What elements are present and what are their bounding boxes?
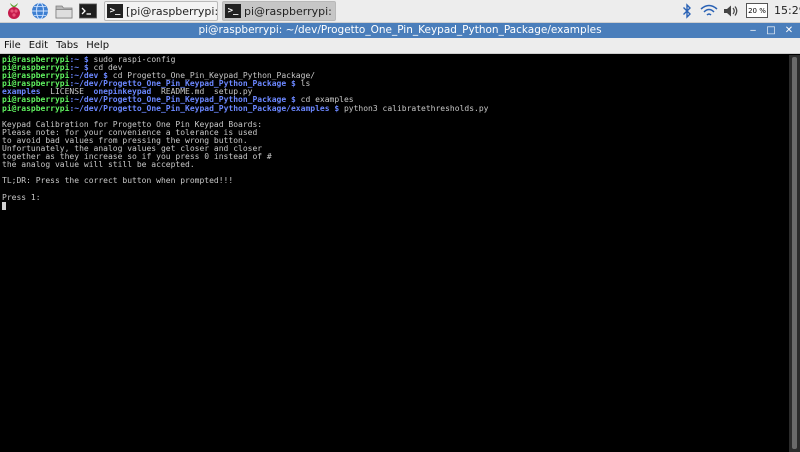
cpu-usage-monitor[interactable]: 20 % [746,3,768,18]
command-text: python3 calibratethresholds.py [339,103,489,113]
menu-tabs[interactable]: Tabs [56,40,78,51]
taskbar-item-label: pi@raspberrypi: ~/dev/ [244,4,335,18]
menu-edit[interactable]: Edit [29,40,48,51]
maximize-button[interactable]: □ [764,24,778,37]
output-text: Press 1: [2,192,41,202]
window-title-bar[interactable]: pi@raspberrypi: ~/dev/Progetto_One_Pin_K… [0,23,800,38]
wifi-icon[interactable] [700,2,718,20]
menu-bar: File Edit Tabs Help [0,38,800,54]
output-text: TL;DR: Press the correct button when pro… [2,176,234,186]
terminal-line: pi@raspberrypi:~/dev/Progetto_One_Pin_Ke… [2,103,489,113]
prompt-user: pi@raspberrypi [2,103,70,113]
terminal-icon: >_ [107,4,123,18]
file-manager-icon[interactable] [54,2,74,20]
prompt-path: :~/dev/Progetto_One_Pin_Keypad_Python_Pa… [69,103,340,113]
close-button[interactable]: ✕ [782,24,796,37]
window-title: pi@raspberrypi: ~/dev/Progetto_One_Pin_K… [198,24,602,36]
bluetooth-icon[interactable] [680,2,694,20]
terminal-lines: pi@raspberrypi:~ $ sudo raspi-config pi@r… [2,55,489,210]
menu-help[interactable]: Help [86,40,109,51]
web-browser-icon[interactable] [30,2,50,20]
raspberry-menu-icon[interactable] [4,2,24,20]
terminal-icon[interactable] [78,2,98,20]
terminal-output[interactable]: pi@raspberrypi:~ $ sudo raspi-config pi@r… [0,55,789,452]
terminal-icon: >_ [225,4,241,18]
text-cursor [2,201,6,210]
minimize-button[interactable]: ‒ [746,24,760,37]
terminal-line: Press 1: [2,192,488,202]
terminal-line: TL;DR: Press the correct button when pro… [2,177,488,185]
terminal-line: the analog value will still be accepted. [2,161,488,169]
output-text: the analog value will still be accepted. [2,160,195,170]
taskbar-item-label: [pi@raspberrypi: ~] [126,4,217,18]
top-panel: >_ [pi@raspberrypi: ~] >_ pi@raspberrypi… [0,0,800,23]
clock[interactable]: 15:29 [774,0,800,22]
scrollbar-thumb[interactable] [792,57,797,449]
taskbar-item-terminal-dev[interactable]: >_ pi@raspberrypi: ~/dev/ [222,1,336,21]
menu-file[interactable]: File [4,40,21,51]
command-text: ls [295,79,311,89]
taskbar-item-terminal-home[interactable]: >_ [pi@raspberrypi: ~] [104,1,218,21]
volume-icon[interactable] [723,2,739,20]
terminal-scrollbar[interactable] [789,55,800,452]
terminal-line [2,201,488,210]
